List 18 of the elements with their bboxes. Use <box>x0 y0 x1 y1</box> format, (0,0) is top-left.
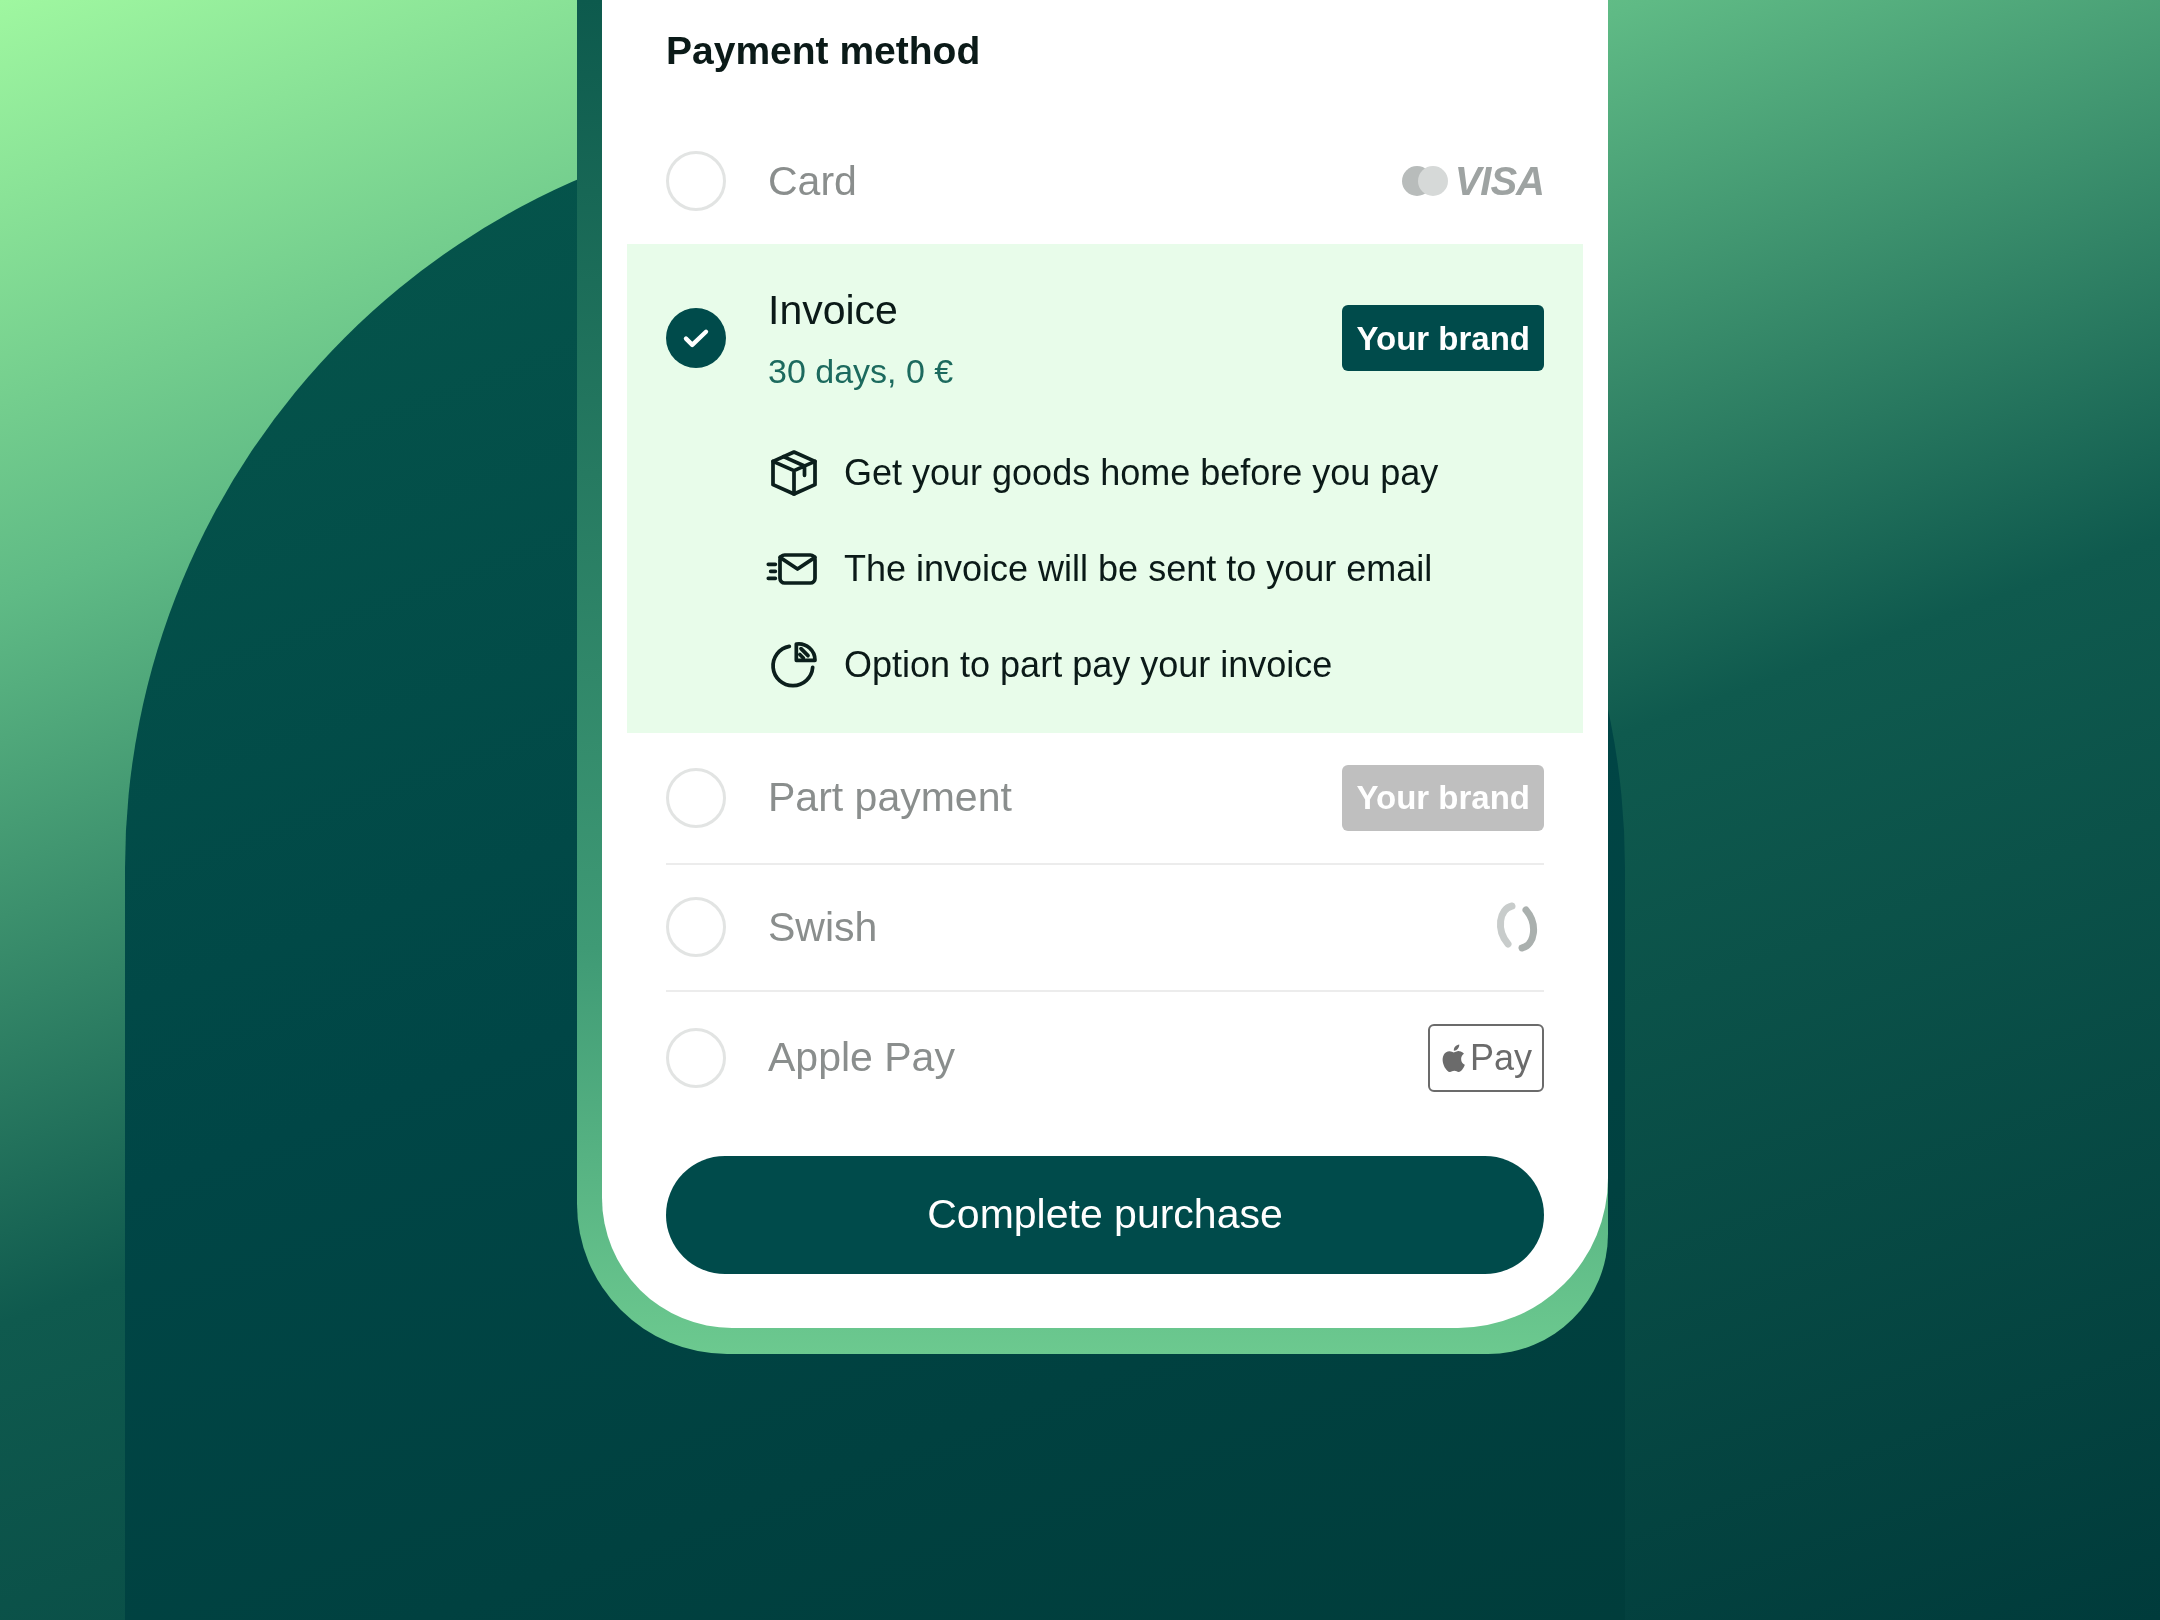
option-subtitle: 30 days, 0 € <box>768 350 955 392</box>
option-label: Part payment <box>768 772 1013 822</box>
apple-pay-text: Pay <box>1469 1036 1532 1080</box>
feature-text: Get your goods home before you pay <box>844 450 1439 495</box>
radio-button[interactable] <box>666 1028 726 1088</box>
section-title: Payment method <box>665 28 982 74</box>
feature-text: The invoice will be sent to your email <box>844 546 1433 591</box>
card-circles-icon <box>1400 165 1451 198</box>
payment-option[interactable]: Invoice 30 days, 0 € Your brand Get your goods home before you pay The invoice will be sent to your email Option to part pay your invoice <box>627 244 1583 733</box>
complete-purchase-button[interactable]: Complete purchase <box>666 1156 1544 1274</box>
brand-badge: Your brand <box>1342 305 1544 372</box>
brand-badge: Your brand <box>1342 764 1544 831</box>
card-brand-logo: VISA <box>1454 158 1544 206</box>
option-label: Apple Pay <box>768 1033 956 1083</box>
option-label: Swish <box>768 902 879 952</box>
option-label: Invoice <box>768 286 899 335</box>
option-label: Card <box>768 156 858 206</box>
feature-text: Option to part pay your invoice <box>844 642 1333 687</box>
